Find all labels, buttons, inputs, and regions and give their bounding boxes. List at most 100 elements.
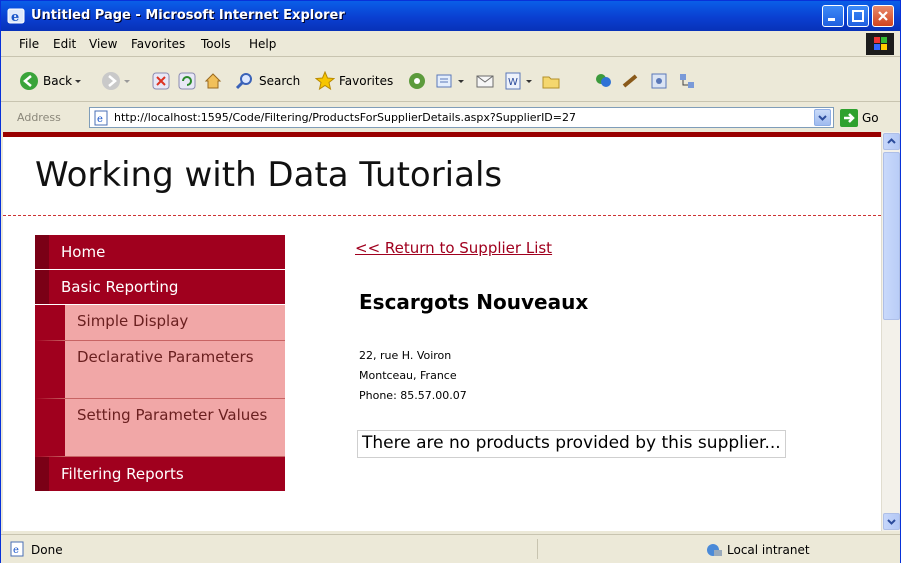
mail-icon <box>476 75 494 88</box>
research-button[interactable] <box>621 69 641 93</box>
minimize-button[interactable] <box>822 5 844 27</box>
forward-arrow-icon <box>102 72 120 90</box>
return-to-supplier-list-link[interactable]: << Return to Supplier List <box>355 239 552 257</box>
menu-tools[interactable]: Tools <box>201 37 231 51</box>
network-icon <box>680 74 694 88</box>
history-button[interactable] <box>435 69 467 93</box>
menu-file[interactable]: File <box>19 37 39 51</box>
stop-button[interactable] <box>151 69 171 93</box>
site-menu: Home Basic Reporting Simple Display Decl… <box>35 235 285 492</box>
no-products-message: There are no products provided by this s… <box>357 430 786 458</box>
menu-favorites[interactable]: Favorites <box>131 37 185 51</box>
menu-item-declarative-parameters[interactable]: Declarative Parameters <box>35 341 285 399</box>
svg-text:W: W <box>508 77 518 88</box>
stop-icon <box>152 72 170 90</box>
home-button[interactable] <box>203 69 223 93</box>
menu-item-basic-reporting-label: Basic Reporting <box>61 278 179 296</box>
title-bar[interactable]: e Untitled Page - Microsoft Internet Exp… <box>1 1 900 31</box>
chevron-up-icon <box>887 138 896 144</box>
go-arrow-icon <box>840 109 858 127</box>
go-button[interactable]: Go <box>840 108 896 128</box>
menu-item-filtering-reports[interactable]: Filtering Reports <box>35 457 285 491</box>
menu-item-home-label: Home <box>61 243 106 261</box>
windows-flag-logo <box>866 33 894 55</box>
media-button[interactable] <box>407 69 427 93</box>
back-label: Back <box>43 74 73 88</box>
supplier-phone: Phone: 85.57.00.07 <box>359 389 467 402</box>
address-input[interactable]: e http://localhost:1595/Code/Filtering/P… <box>89 107 834 128</box>
discuss-button[interactable] <box>541 69 561 93</box>
maximize-icon <box>852 10 864 22</box>
menu-item-setting-parameter-values[interactable]: Setting Parameter Values <box>35 399 285 457</box>
standard-toolbar: Back Search Favorites W <box>1 58 900 102</box>
scroll-down-button[interactable] <box>883 513 900 530</box>
page-icon: e <box>94 110 108 126</box>
address-dropdown-button[interactable] <box>814 109 831 126</box>
status-text: Done <box>31 543 63 557</box>
windows-flag-icon <box>874 37 887 50</box>
toolbar-extra-button-1[interactable] <box>649 69 669 93</box>
toolbar-extra-button-2[interactable] <box>677 69 697 93</box>
menu-edit[interactable]: Edit <box>53 37 76 51</box>
page-done-icon: e <box>10 541 24 557</box>
svg-text:e: e <box>11 10 19 25</box>
page-viewport: Working with Data Tutorials Home Basic R… <box>3 132 881 531</box>
supplier-address: 22, rue H. Voiron <box>359 349 452 362</box>
menu-item-simple-display[interactable]: Simple Display <box>35 305 285 341</box>
edit-button[interactable]: W <box>503 69 535 93</box>
supplier-name: Escargots Nouveaux <box>359 290 589 314</box>
vertical-scrollbar[interactable] <box>881 132 900 531</box>
chevron-down-icon <box>818 115 827 121</box>
refresh-button[interactable] <box>177 69 197 93</box>
svg-text:e: e <box>97 114 103 125</box>
chevron-down-icon <box>526 80 532 83</box>
search-icon <box>235 73 252 90</box>
back-button[interactable]: Back <box>19 69 84 93</box>
minimize-icon <box>828 18 835 21</box>
supplier-address-block: 22, rue H. Voiron Montceau, France Phone… <box>359 346 467 406</box>
media-icon <box>409 73 425 89</box>
menu-item-simple-display-label: Simple Display <box>77 312 189 330</box>
svg-text:e: e <box>13 545 19 556</box>
refresh-icon <box>178 72 196 90</box>
security-zone: Local intranet <box>705 542 810 558</box>
menu-bar: File Edit View Favorites Tools Help <box>1 31 900 57</box>
history-icon <box>436 74 452 88</box>
security-zone-label: Local intranet <box>727 543 810 557</box>
menu-item-declarative-parameters-label: Declarative Parameters <box>77 348 254 366</box>
menu-view[interactable]: View <box>89 37 117 51</box>
menu-item-basic-reporting[interactable]: Basic Reporting <box>35 270 285 304</box>
search-button[interactable]: Search <box>235 69 300 93</box>
back-arrow-icon <box>20 72 38 90</box>
chevron-down-icon <box>75 80 82 83</box>
close-button[interactable] <box>872 5 894 27</box>
menu-item-home[interactable]: Home <box>35 235 285 269</box>
chevron-down-icon <box>458 80 464 83</box>
menu-item-filtering-reports-label: Filtering Reports <box>61 465 184 483</box>
browser-window: e Untitled Page - Microsoft Internet Exp… <box>0 0 901 563</box>
scroll-thumb[interactable] <box>883 152 900 320</box>
menu-item-setting-parameter-values-label: Setting Parameter Values <box>77 406 268 424</box>
favorites-button[interactable]: Favorites <box>315 69 393 93</box>
word-edit-icon: W <box>505 72 521 90</box>
status-bar: e Done Local intranet <box>1 534 900 563</box>
search-label: Search <box>259 74 301 88</box>
chevron-down-icon <box>124 80 130 83</box>
status-panes <box>537 539 697 559</box>
address-url: http://localhost:1595/Code/Filtering/Pro… <box>114 111 576 124</box>
go-label: Go <box>862 111 879 125</box>
supplier-city-country: Montceau, France <box>359 369 457 382</box>
header-divider <box>3 215 881 216</box>
forward-button[interactable] <box>101 69 133 93</box>
menu-help[interactable]: Help <box>249 37 276 51</box>
folder-icon <box>542 76 560 89</box>
scroll-up-button[interactable] <box>883 133 900 150</box>
maximize-button[interactable] <box>847 5 869 27</box>
messenger-button[interactable] <box>593 69 613 93</box>
home-icon <box>204 73 222 89</box>
chevron-down-icon <box>887 519 896 525</box>
window-title: Untitled Page - Microsoft Internet Explo… <box>31 8 345 23</box>
star-icon <box>315 71 335 91</box>
mail-button[interactable] <box>475 69 495 93</box>
address-label: Address <box>17 111 61 124</box>
